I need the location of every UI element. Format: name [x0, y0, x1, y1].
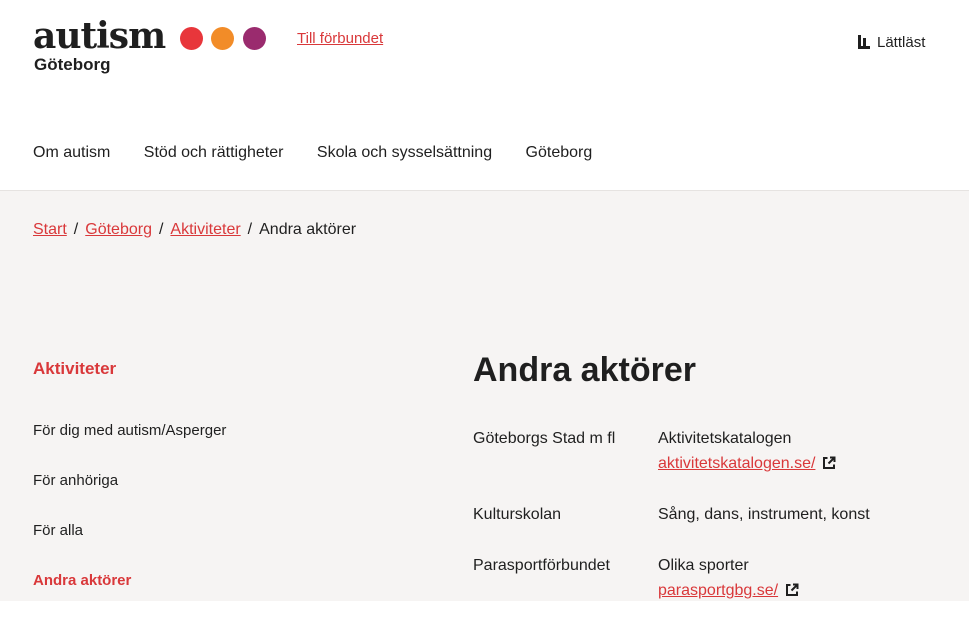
- external-link-icon: [823, 456, 836, 469]
- easy-read-button[interactable]: Lättläst: [857, 34, 925, 51]
- breadcrumb: Start / Göteborg / Aktiviteter / Andra aktörer: [33, 221, 356, 239]
- side-nav: Aktiviteter För dig med autism/Asperger …: [33, 359, 226, 622]
- actor-row: Parasportförbundet Olika sporter paraspo…: [473, 555, 953, 602]
- side-nav-item-for-alla[interactable]: För alla: [33, 522, 226, 572]
- nav-item-om-autism[interactable]: Om autism: [33, 144, 110, 162]
- side-nav-item-andra-aktorer[interactable]: Andra aktörer: [33, 572, 226, 622]
- actor-org: Kulturskolan: [473, 506, 562, 523]
- actor-details: Aktivitetskatalogen aktivitetskatalogen.…: [658, 428, 953, 475]
- actor-row: Göteborgs Stad m fl Aktivitetskatalogen …: [473, 428, 953, 475]
- page-content: Start / Göteborg / Aktiviteter / Andra aktörer…: [0, 190, 969, 601]
- breadcrumb-separator: /: [158, 221, 164, 238]
- easy-read-icon: [858, 35, 870, 49]
- actor-desc: Aktivitetskatalogen: [658, 430, 792, 447]
- logo-dot-orange: [211, 27, 235, 50]
- actor-link[interactable]: aktivitetskatalogen.se/: [658, 455, 815, 472]
- side-nav-item-autism-asperger[interactable]: För dig med autism/Asperger: [33, 422, 226, 472]
- main-nav: Om autism Stöd och rättigheter Skola och…: [33, 144, 621, 162]
- site-header: autism Göteborg Till förbundet Lättläst …: [0, 0, 969, 190]
- actor-desc: Olika sporter: [658, 557, 749, 574]
- breadcrumb-separator: /: [73, 221, 79, 238]
- actor-link[interactable]: parasportgbg.se/: [658, 582, 778, 599]
- breadcrumb-start[interactable]: Start: [33, 221, 67, 238]
- breadcrumb-current: Andra aktörer: [259, 221, 357, 238]
- actor-details: Olika sporter parasportgbg.se/: [658, 555, 953, 602]
- side-nav-title[interactable]: Aktiviteter: [33, 359, 226, 379]
- actor-link-line: parasportgbg.se/: [658, 580, 953, 602]
- actor-link-line: aktivitetskatalogen.se/: [658, 453, 953, 475]
- site-logo[interactable]: autism Göteborg: [33, 15, 270, 74]
- logo-dots: [179, 27, 270, 55]
- logo-wordmark: autism: [33, 15, 166, 57]
- easy-read-label: Lättläst: [877, 34, 926, 51]
- logo-dot-purple: [242, 27, 266, 50]
- nav-item-skola[interactable]: Skola och sysselsättning: [317, 144, 492, 162]
- page-title: Andra aktörer: [473, 351, 696, 389]
- actor-desc: Sång, dans, instrument, konst: [658, 506, 870, 523]
- actors-table: Göteborgs Stad m fl Aktivitetskatalogen …: [473, 428, 953, 602]
- logo-dot-red: [179, 27, 203, 50]
- actor-org: Göteborgs Stad m fl: [473, 430, 616, 447]
- actor-row: Kulturskolan Sång, dans, instrument, kon…: [473, 475, 953, 555]
- side-nav-item-anhoriga[interactable]: För anhöriga: [33, 472, 226, 522]
- actor-org: Parasportförbundet: [473, 557, 610, 574]
- nav-item-goteborg[interactable]: Göteborg: [526, 144, 593, 162]
- breadcrumb-separator: /: [247, 221, 253, 238]
- external-link-icon: [786, 583, 799, 596]
- nav-item-stod[interactable]: Stöd och rättigheter: [144, 144, 284, 162]
- breadcrumb-aktiviteter[interactable]: Aktiviteter: [170, 221, 240, 238]
- breadcrumb-goteborg[interactable]: Göteborg: [85, 221, 152, 238]
- logo-city: Göteborg: [34, 55, 111, 74]
- federation-link[interactable]: Till förbundet: [297, 30, 383, 47]
